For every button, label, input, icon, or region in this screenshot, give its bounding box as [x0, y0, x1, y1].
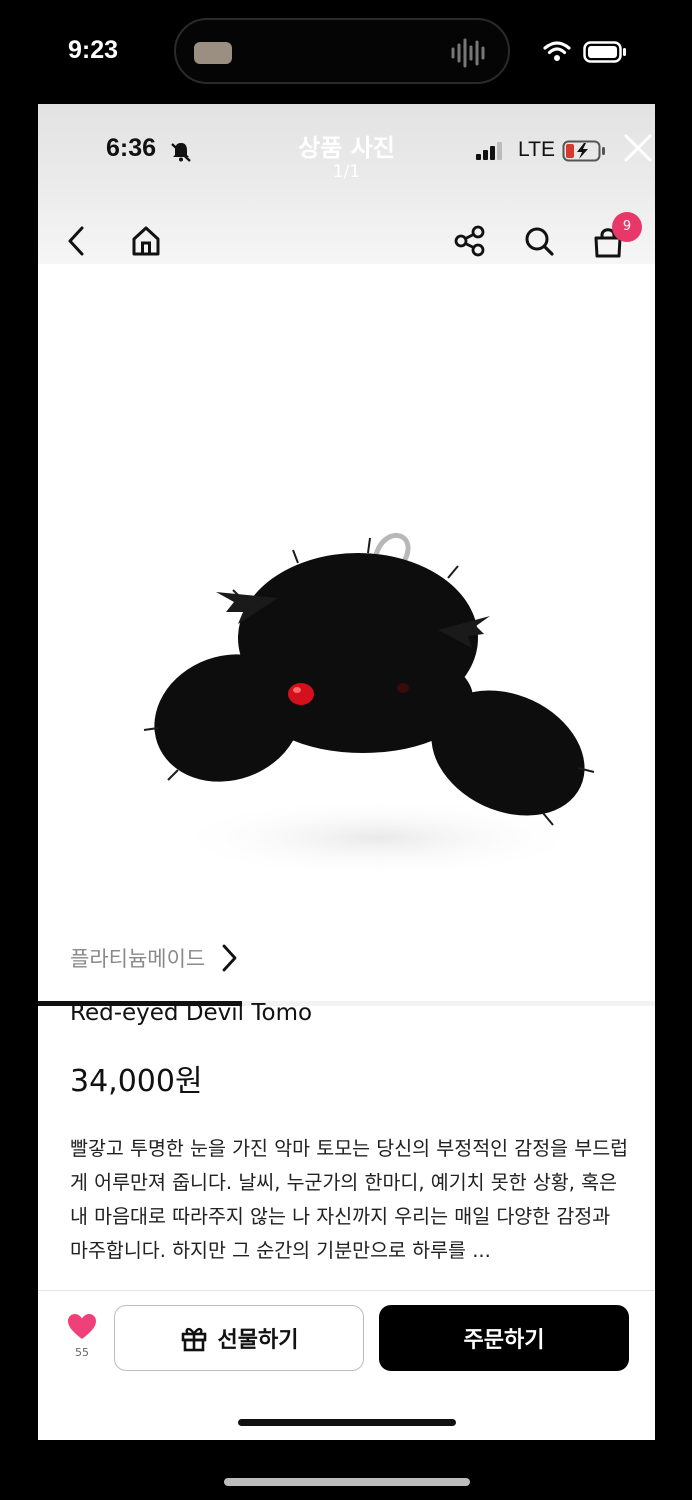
- brand-link[interactable]: 플라티늄메이드: [70, 942, 239, 974]
- product-price: 34,000원: [70, 1064, 203, 1099]
- order-button[interactable]: 주문하기: [379, 1305, 629, 1371]
- home-icon[interactable]: [130, 222, 162, 260]
- gift-button-label: 선물하기: [217, 1328, 299, 1353]
- battery-icon: [583, 41, 626, 63]
- like-count: 55: [75, 1346, 89, 1359]
- viewer-page-count: 1/1: [332, 162, 361, 182]
- dynamic-island[interactable]: [174, 18, 510, 84]
- heart-icon: [68, 1314, 96, 1339]
- audio-waveform-icon: [451, 38, 485, 68]
- outer-status-time: 9:23: [68, 36, 119, 64]
- product-description: 빨갛고 투명한 눈을 가진 악마 토모는 당신의 부정적인 감정을 부드럽게 어…: [70, 1137, 629, 1262]
- gift-button[interactable]: 선물하기: [114, 1305, 364, 1371]
- bottom-action-bar: 55 선물하기 주문하기: [38, 1290, 655, 1440]
- back-arrow-icon[interactable]: [64, 222, 90, 260]
- product-name: Red-eyed Devil Tomo: [70, 1000, 313, 1026]
- cellular-signal-icon: [476, 142, 502, 160]
- gift-icon: [181, 1327, 206, 1352]
- close-icon[interactable]: [622, 132, 654, 164]
- inner-home-indicator: [238, 1419, 456, 1426]
- devil-plush-image: [143, 532, 595, 878]
- network-type: LTE: [518, 138, 555, 161]
- now-playing-thumbnail: [194, 42, 232, 64]
- like-button[interactable]: 55: [62, 1313, 102, 1359]
- screenshot-frame: 6:36 상품 사진 1/1 LTE 9 플라티늄메이드 Red-eyed De…: [38, 104, 655, 1440]
- product-photo[interactable]: [38, 368, 655, 1008]
- share-icon[interactable]: [452, 222, 488, 260]
- order-button-label: 주문하기: [463, 1328, 545, 1353]
- chevron-right-icon: [222, 944, 237, 972]
- search-icon[interactable]: [522, 222, 556, 260]
- brand-name: 플라티늄메이드: [70, 947, 206, 971]
- charging-battery-icon: [562, 140, 605, 162]
- home-indicator[interactable]: [224, 1478, 470, 1486]
- wifi-icon: [543, 41, 571, 61]
- cart-count-badge: 9: [612, 212, 642, 242]
